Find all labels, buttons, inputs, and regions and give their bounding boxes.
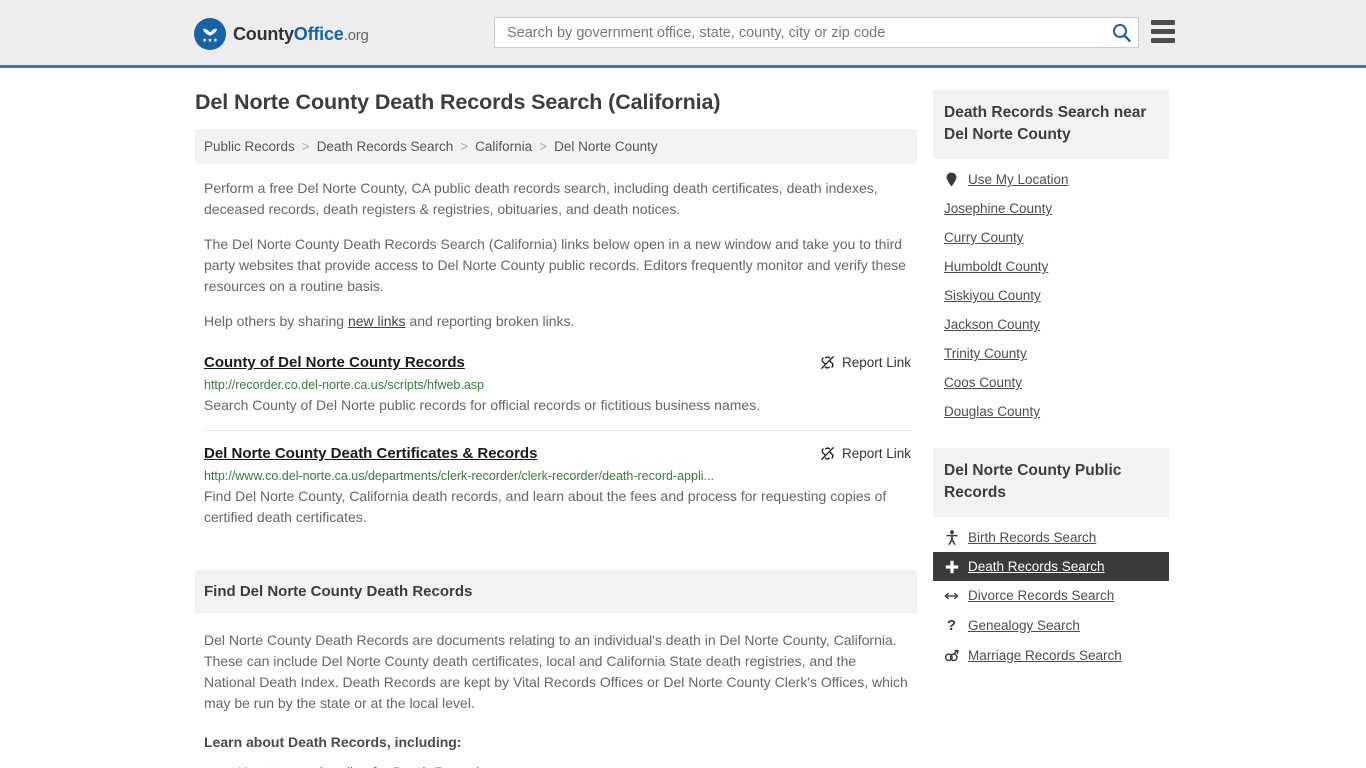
sidebar-item-humboldt-county[interactable]: Humboldt County xyxy=(933,252,1169,281)
sidebar-item-douglas-county[interactable]: Douglas County xyxy=(933,397,1169,426)
sidebar-item-trinity-county[interactable]: Trinity County xyxy=(933,339,1169,368)
split-arrows-icon xyxy=(944,590,959,602)
question-mark-icon: ? xyxy=(946,617,957,634)
hamburger-bar-1 xyxy=(1151,20,1175,25)
sidebar-item-divorce-records-search[interactable]: Divorce Records Search xyxy=(933,581,1169,610)
result-header: Del Norte County Death Certificates & Re… xyxy=(204,445,911,462)
sidebar: Death Records Search near Del Norte Coun… xyxy=(933,68,1169,768)
breadcrumb-separator: > xyxy=(301,139,310,154)
sidebar-item-label: Birth Records Search xyxy=(968,530,1097,545)
sidebar-item-use-my-location[interactable]: Use My Location xyxy=(933,165,1169,194)
result-item: County of Del Norte County Records Repor… xyxy=(204,354,911,430)
nearby-searches-panel: Death Records Search near Del Norte Coun… xyxy=(933,90,1169,426)
intro-paragraph-2: The Del Norte County Death Records Searc… xyxy=(204,236,906,294)
sidebar-item-label: Curry County xyxy=(944,230,1024,245)
result-header: County of Del Norte County Records Repor… xyxy=(204,354,911,371)
hamburger-menu-icon[interactable] xyxy=(1151,20,1175,43)
result-links-list: County of Del Norte County Records Repor… xyxy=(195,354,917,542)
find-section-heading: Find Del Norte County Death Records xyxy=(195,570,917,613)
result-title-link[interactable]: Del Norte County Death Certificates & Re… xyxy=(204,445,537,462)
sidebar-item-coos-county[interactable]: Coos County xyxy=(933,368,1169,397)
share-text-before: Help others by sharing xyxy=(204,313,348,329)
report-link-label: Report Link xyxy=(841,446,911,461)
broken-link-icon xyxy=(820,447,834,460)
sidebar-item-label: Genealogy Search xyxy=(968,618,1080,633)
baby-icon xyxy=(944,530,959,545)
page-body: Del Norte County Death Records Search (C… xyxy=(0,68,1366,768)
find-section-paragraph: Del Norte County Death Records are docum… xyxy=(204,632,908,711)
sidebar-item-label: Douglas County xyxy=(944,404,1041,419)
sidebar-item-label: Jackson County xyxy=(944,317,1041,332)
nearby-searches-heading: Death Records Search near Del Norte Coun… xyxy=(933,90,1169,159)
sidebar-item-label: Marriage Records Search xyxy=(968,648,1122,663)
breadcrumb-item-death-records-search[interactable]: Death Records Search xyxy=(317,139,454,154)
report-link-button[interactable]: Report Link xyxy=(820,355,911,370)
sidebar-item-genealogy-search[interactable]: ? Genealogy Search xyxy=(933,610,1169,641)
content-container: Del Norte County Death Records Search (C… xyxy=(195,68,1171,768)
sidebar-item-label: Humboldt County xyxy=(944,259,1049,274)
site-logo[interactable]: CountyOffice.org xyxy=(194,18,369,50)
page-title: Del Norte County Death Records Search (C… xyxy=(195,90,721,114)
find-section-body: Del Norte County Death Records are docum… xyxy=(195,630,917,768)
share-text-after: and reporting broken links. xyxy=(405,313,575,329)
result-item: Del Norte County Death Certificates & Re… xyxy=(204,430,911,542)
report-link-button[interactable]: Report Link xyxy=(820,446,911,461)
logo-word-office: Office xyxy=(293,23,344,44)
result-url: http://recorder.co.del-norte.ca.us/scrip… xyxy=(204,378,484,392)
nearby-searches-list: Use My Location Josephine County Curry C… xyxy=(933,159,1169,426)
intro-paragraph-1: Perform a free Del Norte County, CA publ… xyxy=(204,180,878,217)
sidebar-item-josephine-county[interactable]: Josephine County xyxy=(933,194,1169,223)
public-records-list: Birth Records Search Death Records Searc… xyxy=(933,517,1169,670)
logo-word-tld: .org xyxy=(343,26,369,44)
result-description: Search County of Del Norte public record… xyxy=(204,397,761,413)
site-header: CountyOffice.org xyxy=(0,0,1366,68)
public-records-panel: Del Norte County Public Records Birth Re… xyxy=(933,448,1169,670)
cross-icon xyxy=(944,560,959,574)
county-office-logo-icon xyxy=(194,18,226,50)
sidebar-item-death-records-search[interactable]: Death Records Search xyxy=(933,552,1169,581)
new-links-link[interactable]: new links xyxy=(348,313,406,329)
result-description: Find Del Norte County, California death … xyxy=(204,488,887,525)
sidebar-item-curry-county[interactable]: Curry County xyxy=(933,223,1169,252)
intro-text: Perform a free Del Norte County, CA publ… xyxy=(195,178,917,332)
breadcrumb: Public Records > Death Records Search > … xyxy=(195,129,917,164)
learn-about-list: How to search online for Death Records W… xyxy=(204,761,911,768)
public-records-heading: Del Norte County Public Records xyxy=(933,448,1169,517)
search-button[interactable] xyxy=(1104,18,1138,47)
search-bar[interactable] xyxy=(494,17,1139,48)
hamburger-bar-3 xyxy=(1151,38,1175,43)
breadcrumb-item-california[interactable]: California xyxy=(475,139,532,154)
site-logo-text: CountyOffice.org xyxy=(233,24,369,45)
logo-word-county: County xyxy=(233,23,294,44)
main-column: Del Norte County Death Records Search (C… xyxy=(195,68,917,768)
learn-about-heading: Learn about Death Records, including: xyxy=(204,734,462,750)
breadcrumb-item-public-records[interactable]: Public Records xyxy=(204,139,295,154)
sidebar-item-birth-records-search[interactable]: Birth Records Search xyxy=(933,523,1169,552)
result-url: http://www.co.del-norte.ca.us/department… xyxy=(204,469,714,483)
hamburger-bar-2 xyxy=(1151,29,1175,34)
sidebar-item-label: Siskiyou County xyxy=(944,288,1041,303)
breadcrumb-separator: > xyxy=(539,139,548,154)
sidebar-item-label: Use My Location xyxy=(968,172,1069,187)
broken-link-icon xyxy=(820,356,834,369)
list-item: How to search online for Death Records xyxy=(238,761,911,768)
intro-paragraph-3: Help others by sharing new links and rep… xyxy=(204,311,911,332)
sidebar-item-marriage-records-search[interactable]: Marriage Records Search xyxy=(933,641,1169,670)
gender-rings-icon xyxy=(944,649,959,663)
sidebar-item-siskiyou-county[interactable]: Siskiyou County xyxy=(933,281,1169,310)
search-icon xyxy=(1112,24,1131,42)
sidebar-item-label: Josephine County xyxy=(944,201,1053,216)
sidebar-item-jackson-county[interactable]: Jackson County xyxy=(933,310,1169,339)
sidebar-item-label: Trinity County xyxy=(944,346,1027,361)
breadcrumb-separator: > xyxy=(460,139,469,154)
breadcrumb-item-del-norte-county: Del Norte County xyxy=(554,139,658,154)
search-input[interactable] xyxy=(495,18,1104,47)
result-title-link[interactable]: County of Del Norte County Records xyxy=(204,354,465,371)
sidebar-item-label: Divorce Records Search xyxy=(968,588,1115,603)
sidebar-item-label: Death Records Search xyxy=(968,559,1105,574)
report-link-label: Report Link xyxy=(841,355,911,370)
map-pin-icon xyxy=(944,172,959,187)
sidebar-item-label: Coos County xyxy=(944,375,1023,390)
